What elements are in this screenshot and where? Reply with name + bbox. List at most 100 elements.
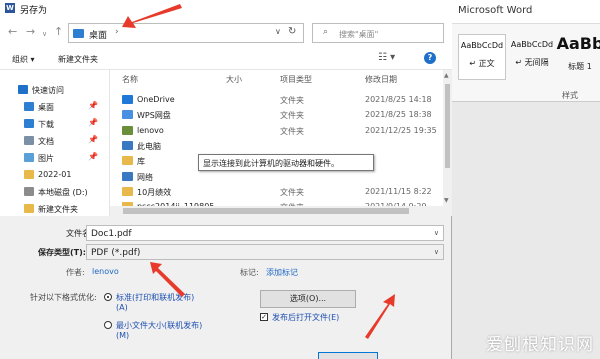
style-preview: AaBbCcDd [460,41,504,50]
address-separator[interactable]: › [115,27,119,37]
style-preview: AaBbCcDd [510,40,554,49]
view-options-icon[interactable]: ☷ ▾ [378,52,395,63]
nav-item-label: 图片 [38,154,54,163]
nav-item-label: 下载 [38,120,54,129]
column-type[interactable]: 项目类型 [280,74,312,85]
nav-item[interactable]: 桌面 📌 [0,99,110,115]
nav-item-icon [24,136,34,145]
style-name: ↵ 无间隔 [515,58,549,67]
nav-item[interactable]: 本地磁盘 (D:) [0,184,110,200]
address-current[interactable]: 桌面 [89,28,107,41]
column-size[interactable]: 大小 [226,74,242,85]
chevron-down-icon[interactable]: ∨ [434,229,439,237]
file-name: WPS网盘 [137,111,171,121]
filename-field[interactable]: Doc1.pdf ∨ [86,225,444,241]
author-value[interactable]: lenovo [92,267,119,276]
chevron-down-icon[interactable]: ∨ [434,248,439,256]
nav-item[interactable]: 下载 📌 [0,116,110,132]
chevron-down-icon[interactable]: ∨ [275,27,281,36]
file-type: 文件夹 [280,187,304,197]
search-input[interactable]: ⌕ 搜索"桌面" [312,23,444,43]
save-button[interactable] [318,352,378,359]
open-after-publish-label[interactable]: 发布后打开文件(E) [272,312,339,323]
file-row[interactable]: 10月绩效 文件夹 2021/11/15 8:22 [110,184,442,199]
file-type: 文件夹 [280,111,304,121]
file-date: 2021/11/15 8:22 [365,186,432,196]
word-titlebar: Microsoft Word [452,0,600,24]
pin-icon: 📌 [88,118,98,127]
nav-item[interactable]: 文档 📌 [0,133,110,149]
tooltip-text: 显示连接到此计算机的驱动器和硬件。 [203,159,339,168]
forward-arrow-icon[interactable]: → [26,26,35,38]
nav-item-label: 快速访问 [32,86,64,95]
help-icon[interactable]: ? [424,52,436,64]
style-preview: AaBb [556,34,600,53]
file-name: 网络 [137,172,153,182]
file-name: OneDrive [137,95,175,104]
file-row[interactable]: 此电脑 [110,138,442,153]
file-row[interactable]: WPS网盘 文件夹 2021/8/25 18:38 [110,107,442,122]
radio-standard-label[interactable]: 标准(打印和联机发布) [116,292,194,303]
pin-icon: 📌 [88,135,98,144]
organize-button[interactable]: 组织 ▾ [12,54,35,65]
nav-item-label: 桌面 [38,103,54,112]
file-name: 库 [137,157,145,167]
radio-standard-key: (A) [116,303,128,312]
nav-item[interactable]: 新建文件夹 [0,201,110,217]
nav-item[interactable]: 图片 📌 [0,150,110,166]
file-icon [122,171,133,181]
tags-link[interactable]: 添加标记 [266,267,298,278]
style-normal[interactable]: AaBbCcDd ↵ 正文 [458,34,506,80]
search-placeholder: 搜索"桌面" [339,30,379,39]
options-button[interactable]: 选项(O)... [260,290,356,308]
filetype-select[interactable]: PDF (*.pdf) ∨ [86,244,444,260]
new-folder-button[interactable]: 新建文件夹 [58,54,98,65]
style-name: ↵ 正文 [469,59,495,68]
up-arrow-icon[interactable]: ↑ [54,26,63,38]
radio-minimum[interactable] [104,321,112,329]
file-type: 文件夹 [280,126,304,136]
style-name: 标题 1 [568,62,592,71]
column-header: 名称 大小 项目类型 修改日期 [110,70,452,88]
radio-standard[interactable] [104,293,112,301]
nav-item-icon [24,102,34,111]
file-name: lenovo [137,125,164,135]
nav-item[interactable]: 快速访问 [0,82,110,98]
file-name: 此电脑 [137,141,161,151]
file-row[interactable]: OneDrive 文件夹 2021/8/25 14:18 [110,92,442,107]
file-row[interactable]: lenovo 文件夹 2021/12/25 19:35 [110,123,442,138]
watermark: 爱刨根知识网 [486,335,594,355]
address-bar[interactable]: 桌面 › ∨ ↻ [68,23,304,43]
word-ribbon: AaBbCcDd ↵ 正文 AaBbCcDd ↵ 无间隔 AaBb 标题 1 样… [452,24,600,102]
refresh-icon[interactable]: ↻ [288,26,296,37]
search-icon: ⌕ [323,27,329,37]
desktop-folder-icon [73,29,84,38]
file-icon [122,156,133,166]
file-icon [122,186,133,196]
column-modified[interactable]: 修改日期 [365,74,397,85]
column-name[interactable]: 名称 [122,74,138,85]
recent-dropdown-icon[interactable]: ∨ [42,28,47,40]
nav-item-label: 新建文件夹 [38,205,78,214]
nav-item-icon [18,85,28,94]
nav-item-label: 文档 [38,137,54,146]
styles-group-label: 样式 [562,91,578,100]
nav-item-label: 2022-01 [38,170,72,179]
nav-item[interactable]: 2022-01 [0,167,110,183]
file-icon [122,110,133,120]
open-after-publish-checkbox[interactable]: ✓ [260,313,268,321]
scroll-up-icon[interactable]: ▲ [444,72,449,79]
filename-value: Doc1.pdf [91,229,132,239]
scrollbar-thumb[interactable] [445,84,450,168]
dialog-titlebar: W 另存为 [0,0,452,18]
pin-icon: 📌 [88,101,98,110]
back-arrow-icon[interactable]: ← [8,26,17,38]
scroll-down-icon[interactable]: ▼ [444,197,449,204]
file-date: 2021/12/25 19:35 [365,125,437,135]
horizontal-scrollbar-thumb[interactable] [123,208,409,214]
file-icon [122,95,133,104]
style-no-spacing[interactable]: AaBbCcDd ↵ 无间隔 [508,34,556,80]
nav-item-icon [24,204,34,213]
style-heading-1[interactable]: AaBb 标题 1 [556,34,600,80]
radio-minimum-label[interactable]: 最小文件大小(联机发布) [116,320,202,331]
